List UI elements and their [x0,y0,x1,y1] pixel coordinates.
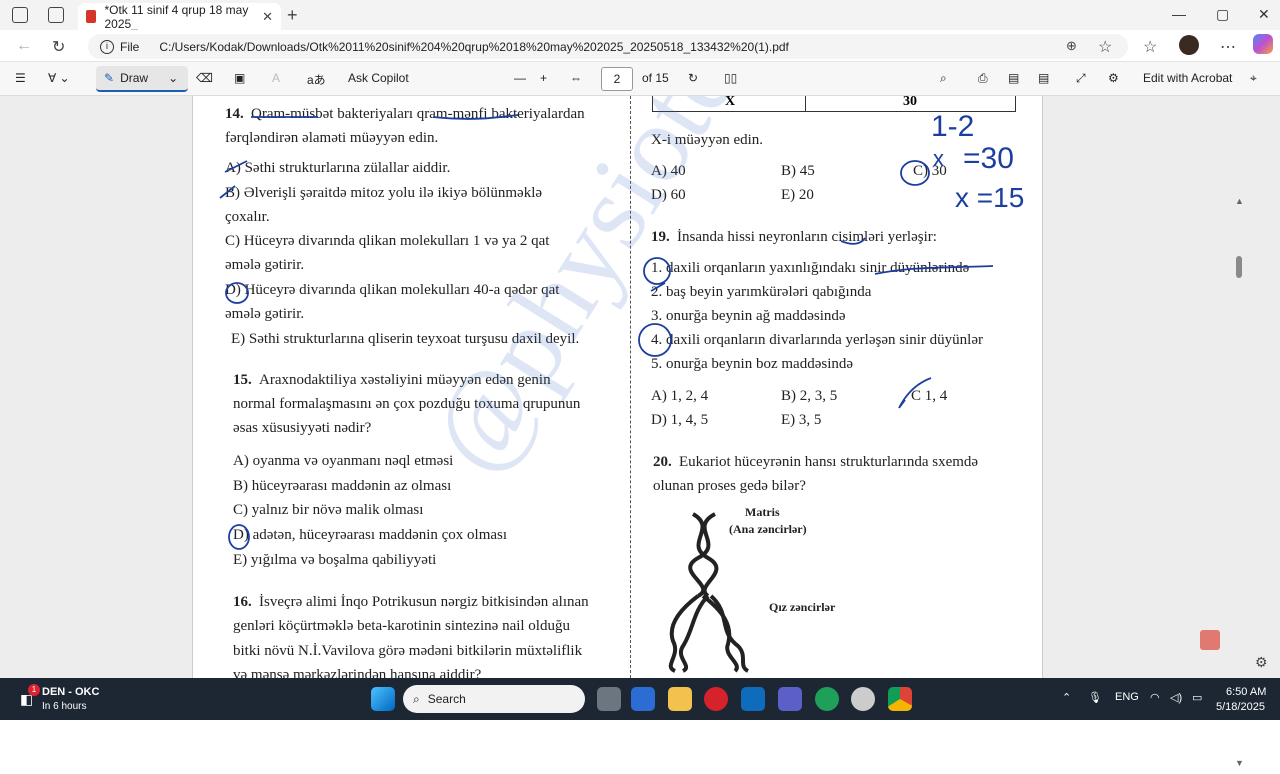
windows-taskbar: ◧ 1 DEN - OKC In 6 hours ⌕ Search ⌃ 🎙 EN… [0,678,1280,720]
pen-icon: ✎ [104,71,115,85]
pin-icon[interactable]: ⌖ [1250,71,1257,86]
browser-tab-bar: *Otk 11 sinif 4 qrup 18 may 2025_ ✕ + — … [0,0,1280,31]
teams-icon[interactable] [778,687,802,711]
edit-with-acrobat-button[interactable]: Edit with Acrobat [1143,71,1232,85]
underline-sinir [874,265,994,275]
volume-icon[interactable]: ◁) [1170,691,1182,704]
eraser-icon[interactable]: ⌫ [196,71,213,85]
circle-q19-1 [643,257,671,285]
chrome-icon[interactable] [888,687,912,711]
weather-subtitle: In 6 hours [42,701,87,712]
tick-b [219,185,236,199]
draw-label: Draw [120,71,149,85]
search-placeholder: Search [427,692,466,706]
browser-tab-pdf[interactable]: *Otk 11 sinif 4 qrup 18 may 2025_ ✕ [78,2,281,31]
zoom-in-icon[interactable]: + [540,71,547,85]
tab-title: *Otk 11 sinif 4 qrup 18 may 2025_ [104,2,249,31]
viewer-settings-icon[interactable]: ⚙ [1255,654,1268,671]
page-total: of 15 [642,71,669,85]
handwritten-annotations [219,114,994,550]
back-icon[interactable]: ← [16,37,32,55]
tab-close-icon[interactable]: ✕ [262,9,273,25]
profile-avatar[interactable] [1179,35,1199,55]
file-explorer-icon[interactable] [668,687,692,711]
rotate-icon[interactable]: ↻ [688,71,698,85]
handwriting-eq30: =30 [963,142,1014,175]
microphone-icon[interactable]: 🎙 [1088,691,1102,704]
draw-button[interactable]: ✎ Draw ⌄ [96,66,188,92]
tray-overflow-icon[interactable]: ⌃ [1062,691,1071,704]
start-icon[interactable] [371,687,395,711]
app-icon[interactable] [851,687,875,711]
circle-option-d-q15 [228,524,250,550]
page-number-input[interactable]: 2 [601,67,633,91]
print-icon[interactable]: ⎙ [978,71,988,86]
scrollbar-thumb[interactable] [1236,256,1242,278]
weather-title[interactable]: DEN - OKC [42,686,99,698]
store-icon[interactable] [631,687,655,711]
scroll-down-icon[interactable]: ▼ [1235,758,1244,768]
handwriting-x15: x =15 [955,182,1025,213]
pdf-page: 14. Qram-müsbət bakteriyaları qram-mənfi… [192,96,1043,678]
clock-date[interactable]: 5/18/2025 [1216,701,1265,713]
settings-icon[interactable]: ⚙ [1108,71,1119,85]
edge-icon[interactable] [815,687,839,711]
more-menu-icon[interactable]: ⋯ [1220,37,1236,57]
url-text[interactable]: C:/Users/Kodak/Downloads/Otk%2011%20sini… [159,40,789,54]
refresh-icon[interactable]: ↻ [52,37,65,57]
pdf-toolbar: ☰ ∀ ⌄ ✎ Draw ⌄ ⌫ ▣ A aあ Ask Copilot — + … [0,62,1280,96]
page-view-icon[interactable]: ▯▯ [724,71,737,85]
circle-x-c [900,160,930,186]
new-tab-button[interactable]: + [287,5,298,26]
tick-q19-c [898,377,932,409]
handwriting-x: x [933,146,944,171]
wifi-icon[interactable]: ◠ [1150,691,1160,704]
find-icon[interactable]: ⌕ [940,71,947,86]
window-close-icon[interactable]: ✕ [1258,6,1270,23]
save-as-icon[interactable]: ▤ [1038,71,1049,85]
taskbar-search[interactable]: ⌕ Search [403,685,585,713]
url-field[interactable]: i File C:/Users/Kodak/Downloads/Otk%2011… [88,34,1128,59]
zoom-out-icon[interactable]: — [514,71,526,85]
workspaces-icon[interactable] [12,7,28,23]
pdf-viewer: 14. Qram-müsbət bakteriyaları qram-mənfi… [0,96,1280,768]
file-scheme-label: File [120,39,140,54]
text-box-icon[interactable]: ▣ [234,71,245,85]
fit-page-icon[interactable]: ⇔ [570,71,582,85]
search-icon: ⌕ [413,691,420,706]
save-icon[interactable]: ▤ [1008,71,1019,85]
notification-badge: 1 [28,684,40,696]
highlight-icon[interactable]: ∀ ⌄ [48,71,70,85]
pdf-file-icon [86,10,97,23]
language-indicator[interactable]: ENG [1115,691,1139,703]
underline-qram-menfi [432,114,519,120]
opera-icon[interactable] [704,687,728,711]
tick-a [224,160,248,173]
handwriting-ratio: 1-2 [931,110,975,143]
tab-actions-icon[interactable] [48,7,64,23]
acrobat-icon[interactable] [1200,630,1220,650]
copilot-icon[interactable] [1253,34,1273,54]
clock-time[interactable]: 6:50 AM [1226,686,1266,698]
favorites-icon[interactable]: ☆ [1143,37,1157,57]
text-format-icon: A [272,71,281,85]
circle-option-d [225,282,249,304]
info-icon[interactable]: i [100,39,114,54]
chevron-down-icon[interactable]: ⌄ [168,71,178,85]
read-aloud-icon[interactable]: aあ [307,71,326,88]
scroll-up-icon[interactable]: ▲ [1235,196,1244,206]
contents-icon[interactable]: ☰ [15,71,26,85]
maximize-icon[interactable]: ▢ [1216,6,1229,23]
favorite-star-icon[interactable]: ☆ [1098,37,1112,57]
zoom-icon[interactable]: ⊕ [1066,38,1077,54]
fullscreen-icon[interactable]: ⤢ [1076,71,1086,86]
address-bar-row: ← ↻ i File C:/Users/Kodak/Downloads/Otk%… [0,30,1280,62]
outlook-icon[interactable] [741,687,765,711]
circle-q19-4 [638,323,672,357]
battery-icon[interactable]: ▭ [1192,691,1202,704]
task-view-icon[interactable] [597,687,621,711]
ask-copilot-button[interactable]: Ask Copilot [348,71,409,85]
minimize-icon[interactable]: — [1172,6,1186,22]
underline-cisim [840,237,866,245]
